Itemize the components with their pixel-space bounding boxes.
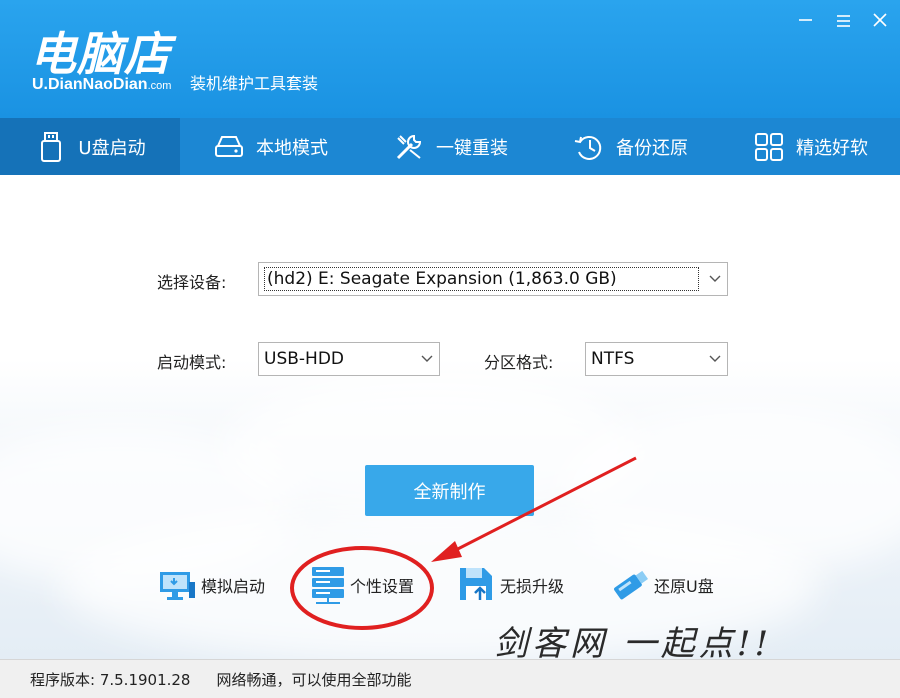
minimize-icon[interactable]: [794, 8, 818, 32]
tools-icon: [396, 134, 422, 159]
usb-drive-icon: [41, 131, 62, 162]
chevron-down-icon: [703, 275, 727, 283]
partition-value: NTFS: [591, 349, 635, 369]
hard-disk-icon: [215, 135, 243, 157]
logo-url-suffix: .com: [147, 80, 172, 92]
tool-lossless-upgrade[interactable]: 无损升级: [458, 565, 564, 605]
device-select[interactable]: (hd2) E: Seagate Expansion (1,863.0 GB): [258, 262, 728, 296]
logo-url-main: U.DianNaoDian: [32, 76, 148, 93]
nav-label: 精选好软: [796, 137, 868, 159]
partition-select[interactable]: NTFS: [585, 342, 728, 376]
nav-reinstall[interactable]: 一键重装: [360, 118, 540, 175]
tool-personal-settings[interactable]: 个性设置: [310, 565, 414, 605]
app-tagline: 装机维护工具套装: [190, 74, 319, 93]
tool-label: 还原U盘: [654, 577, 714, 596]
tool-label: 无损升级: [500, 577, 565, 596]
partition-label: 分区格式:: [484, 353, 554, 372]
app-logo-url: U.DianNaoDian.com: [32, 76, 171, 94]
nav-label: U盘启动: [78, 137, 146, 159]
nav-label: 本地模式: [256, 137, 328, 159]
device-label: 选择设备:: [157, 273, 227, 292]
menu-icon[interactable]: [832, 8, 856, 32]
tool-simulate-boot[interactable]: 模拟启动: [157, 565, 265, 605]
server-settings-icon: [312, 567, 344, 604]
nav-usb-boot[interactable]: U盘启动: [0, 118, 180, 175]
tool-label: 模拟启动: [201, 577, 266, 596]
nav-software[interactable]: 精选好软: [720, 118, 900, 175]
monitor-boot-icon: [160, 572, 195, 600]
chevron-down-icon: [703, 355, 727, 363]
app-header: 电脑店 U.DianNaoDian.com 装机维护工具套装: [0, 0, 900, 118]
make-new-button[interactable]: 全新制作: [365, 465, 534, 516]
usb-restore-icon: [614, 570, 649, 600]
version-text: 程序版本: 7.5.1901.28: [30, 670, 191, 689]
tool-label: 个性设置: [350, 577, 415, 596]
close-icon[interactable]: [868, 8, 892, 32]
main-nav: U盘启动 本地模式 一键重装 备份还原 精选好软: [0, 118, 900, 175]
boot-mode-select[interactable]: USB-HDD: [258, 342, 440, 376]
nav-label: 一键重装: [436, 137, 508, 159]
apps-grid-icon: [755, 132, 783, 161]
restore-clock-icon: [574, 135, 602, 160]
network-status-text: 网络畅通，可以使用全部功能: [216, 670, 412, 689]
nav-label: 备份还原: [616, 137, 688, 159]
chevron-down-icon: [415, 355, 439, 363]
status-bar: 程序版本: 7.5.1901.28 网络畅通，可以使用全部功能: [0, 659, 900, 698]
app-logo: 电脑店: [30, 27, 171, 81]
nav-backup-restore[interactable]: 备份还原: [540, 118, 720, 175]
tool-restore-usb[interactable]: 还原U盘: [608, 565, 714, 605]
nav-local-mode[interactable]: 本地模式: [180, 118, 360, 175]
main-panel: 选择设备: (hd2) E: Seagate Expansion (1,863.…: [0, 175, 900, 659]
floppy-upgrade-icon: [460, 568, 492, 600]
boot-mode-value: USB-HDD: [264, 349, 344, 369]
boot-mode-label: 启动模式:: [157, 353, 227, 372]
device-value: (hd2) E: Seagate Expansion (1,863.0 GB): [264, 267, 699, 291]
watermark-text: 剑客网 一起点!!: [494, 624, 773, 664]
